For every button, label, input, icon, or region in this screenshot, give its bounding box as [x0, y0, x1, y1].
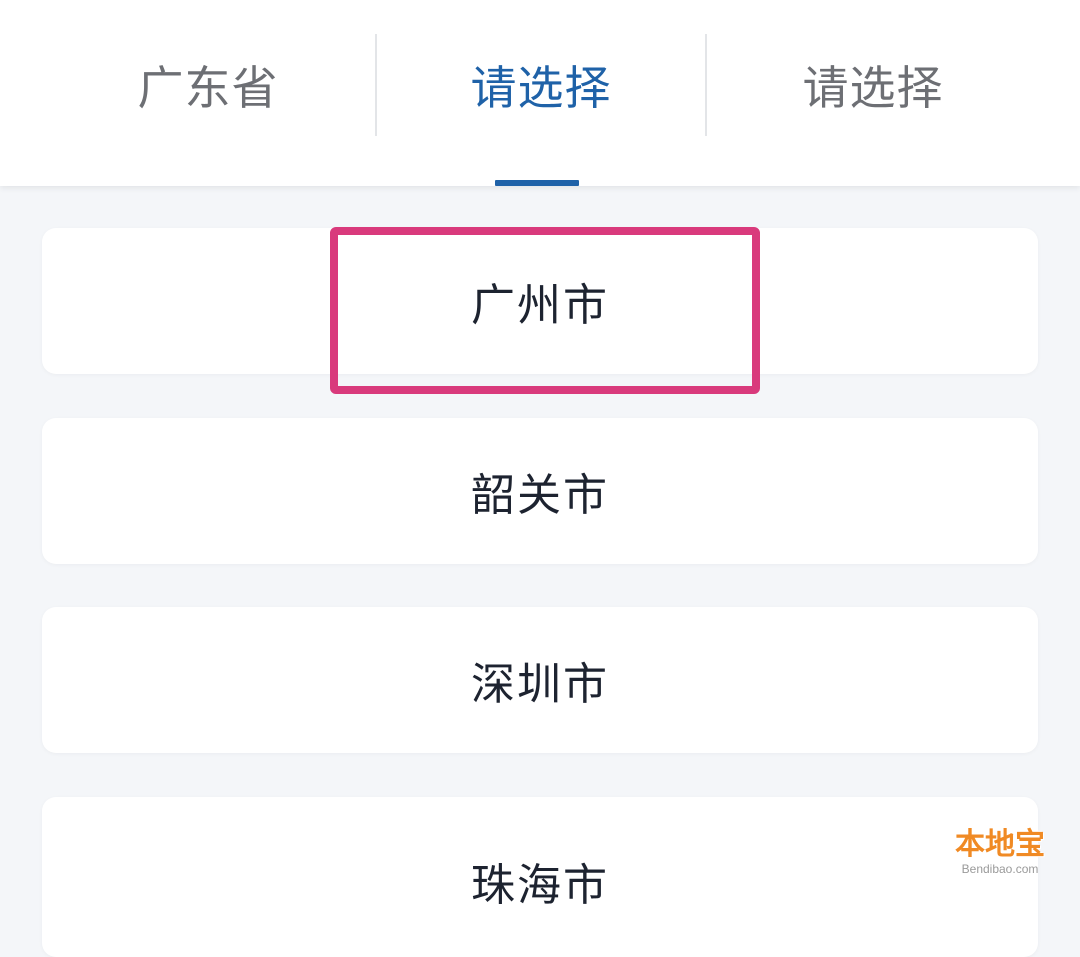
tab-city[interactable]: 请选择 [377, 0, 705, 170]
active-tab-indicator [495, 180, 579, 186]
city-option-guangzhou[interactable]: 广州市 [42, 228, 1038, 374]
watermark-url: Bendibao.com [961, 862, 1039, 876]
tab-district[interactable]: 请选择 [706, 0, 1040, 170]
tab-province[interactable]: 广东省 [40, 0, 376, 170]
city-option-shaoguan[interactable]: 韶关市 [42, 418, 1038, 564]
city-option-shenzhen[interactable]: 深圳市 [42, 607, 1038, 753]
city-list: 广州市 韶关市 深圳市 珠海市 [0, 186, 1080, 957]
city-option-zhuhai[interactable]: 珠海市 [42, 797, 1038, 957]
watermark-logo: 本地宝 Bendibao.com [950, 828, 1050, 888]
watermark-logo-text: 本地宝 [955, 827, 1045, 862]
region-tab-bar: 广东省 请选择 请选择 [0, 0, 1080, 186]
